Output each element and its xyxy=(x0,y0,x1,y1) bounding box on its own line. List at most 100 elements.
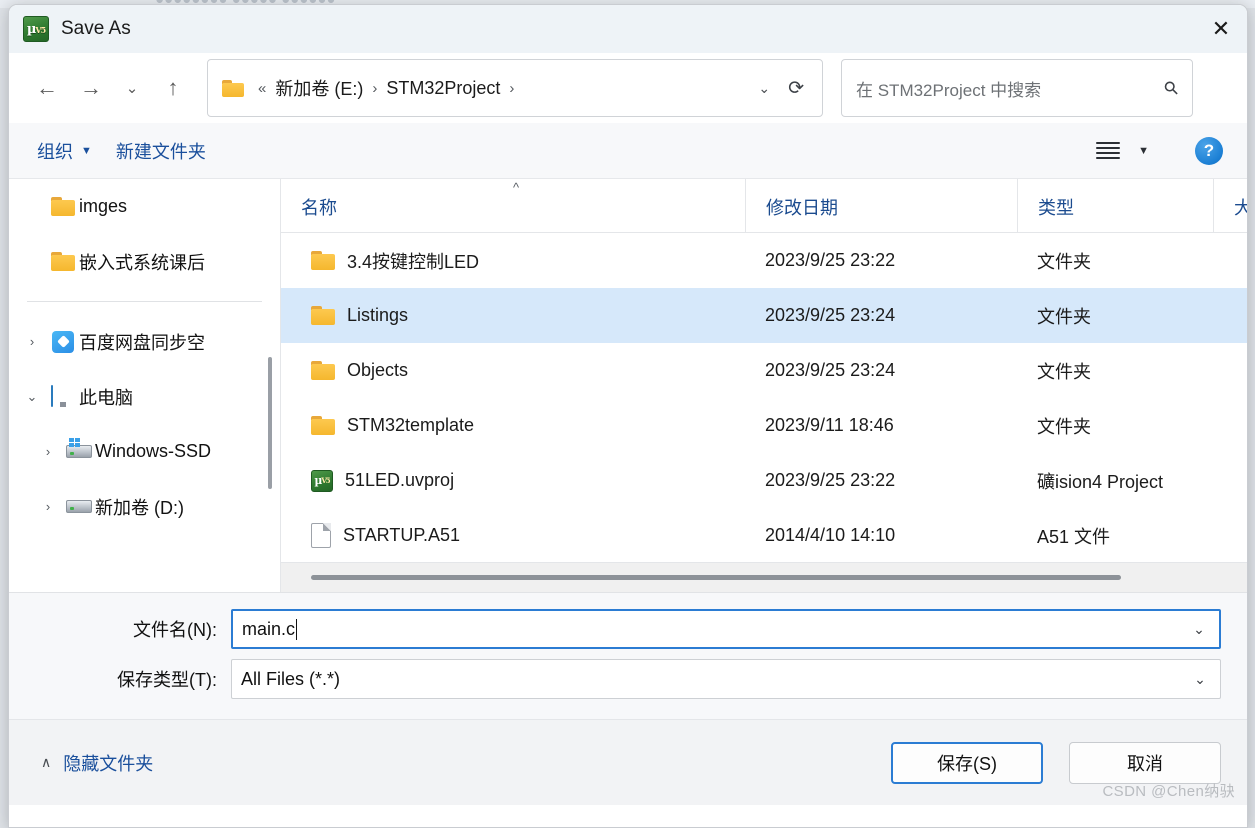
forward-button[interactable]: → xyxy=(69,68,113,108)
folder-icon xyxy=(47,197,79,216)
up-button[interactable]: ↑ xyxy=(151,68,195,108)
hide-folders-button[interactable]: ∧ 隐藏文件夹 xyxy=(35,744,159,782)
table-row[interactable]: STM32template 2023/9/11 18:46 文件夹 xyxy=(281,398,1247,453)
sidebar-item-windows-ssd[interactable]: › Windows-SSD xyxy=(9,424,280,479)
table-row[interactable]: µ V5 51LED.uvproj 2023/9/25 23:22 礦ision4… xyxy=(281,453,1247,508)
file-date-cell: 2023/9/11 18:46 xyxy=(765,415,894,435)
file-date-cell: 2023/9/25 23:22 xyxy=(765,470,896,490)
sidebar-item-label: 此电脑 xyxy=(79,387,133,408)
view-options-button[interactable]: ▼ xyxy=(1084,136,1161,166)
file-date-cell: 2023/9/25 23:22 xyxy=(765,250,896,270)
horizontal-scrollbar-thumb[interactable] xyxy=(311,575,1121,580)
address-bar[interactable]: « 新加卷 (E:) › STM32Project › ⌄ ⟳ xyxy=(207,59,823,117)
keil-uvision-icon: µV5 xyxy=(23,16,49,42)
file-type-cell: A51 文件 xyxy=(1037,526,1111,547)
breadcrumb-item-folder[interactable]: STM32Project xyxy=(383,76,503,101)
save-as-dialog: µV5 Save As ✕ ← → ⌄ ↑ « 新加卷 (E:) › STM32… xyxy=(8,4,1248,828)
drive-icon xyxy=(63,500,95,513)
breadcrumb-overflow[interactable]: « xyxy=(252,80,272,97)
table-row[interactable]: 3.4按键控制LED 2023/9/25 23:22 文件夹 xyxy=(281,233,1247,288)
folder-icon xyxy=(47,252,79,271)
cloud-icon xyxy=(47,330,79,353)
file-name-label: Listings xyxy=(347,305,409,325)
filename-row: 文件名(N): main.c ⌄ xyxy=(35,609,1221,649)
table-row[interactable]: Objects 2023/9/25 23:24 文件夹 xyxy=(281,343,1247,398)
file-name-cell[interactable]: STM32template xyxy=(281,415,745,436)
chevron-down-icon[interactable]: ⌄ xyxy=(17,389,47,405)
close-icon[interactable]: ✕ xyxy=(1195,5,1247,53)
save-form: 文件名(N): main.c ⌄ 保存类型(T): All Files (*.*… xyxy=(9,593,1247,719)
search-box[interactable]: 在 STM32Project 中搜索 ⚲ xyxy=(841,59,1193,117)
column-header-name[interactable]: ^ 名称 xyxy=(281,179,745,232)
breadcrumb-separator[interactable]: › xyxy=(503,80,520,97)
navigation-pane: imges 嵌入式系统课后 › 百度网盘同步空 ⌄ 此电脑 › Windows-… xyxy=(9,179,281,592)
chevron-down-icon[interactable]: ⌄ xyxy=(1179,621,1219,638)
help-button[interactable]: ? xyxy=(1195,136,1223,165)
column-header-label: 修改日期 xyxy=(766,198,838,218)
organize-button[interactable]: 组织 ▼ xyxy=(25,132,104,170)
title-bar: µV5 Save As ✕ xyxy=(9,5,1247,53)
navigation-bar: ← → ⌄ ↑ « 新加卷 (E:) › STM32Project › ⌄ ⟳ … xyxy=(9,53,1247,123)
recent-locations-button[interactable]: ⌄ xyxy=(113,68,151,108)
folder-icon xyxy=(311,306,335,325)
chevron-right-icon[interactable]: › xyxy=(33,444,63,459)
search-input[interactable]: 在 STM32Project 中搜索 xyxy=(856,76,1165,101)
file-name-cell[interactable]: 3.4按键控制LED xyxy=(281,248,745,274)
savetype-select[interactable]: All Files (*.*) ⌄ xyxy=(231,659,1221,699)
file-type-cell: 文件夹 xyxy=(1037,251,1091,272)
sidebar-item-this-pc[interactable]: ⌄ 此电脑 xyxy=(9,369,280,424)
sidebar-scrollbar-thumb[interactable] xyxy=(268,357,272,489)
chevron-right-icon[interactable]: › xyxy=(33,499,63,514)
win-drive-icon xyxy=(63,438,95,458)
cancel-button[interactable]: 取消 xyxy=(1069,741,1221,784)
back-button[interactable]: ← xyxy=(25,68,69,108)
file-name-cell[interactable]: Listings xyxy=(281,305,745,326)
sort-ascending-icon: ^ xyxy=(513,180,520,195)
file-name-label: STM32template xyxy=(347,415,475,435)
file-name-label: 51LED.uvproj xyxy=(345,470,455,490)
save-button[interactable]: 保存(S) xyxy=(891,741,1043,784)
filename-input[interactable]: main.c ⌄ xyxy=(231,609,1221,649)
organize-label: 组织 xyxy=(37,141,73,162)
chevron-down-icon[interactable]: ⌄ xyxy=(1180,671,1220,688)
breadcrumb-separator[interactable]: › xyxy=(366,80,383,97)
folder-icon xyxy=(222,79,244,97)
list-view-icon xyxy=(1096,141,1121,160)
refresh-icon[interactable]: ⟳ xyxy=(780,77,812,100)
file-name-cell[interactable]: µ V5 51LED.uvproj xyxy=(281,469,745,492)
breadcrumb-item-drive[interactable]: 新加卷 (E:) xyxy=(272,73,366,103)
file-date-cell: 2023/9/25 23:24 xyxy=(765,305,896,325)
column-header-type[interactable]: 类型 xyxy=(1017,179,1213,232)
file-name-cell[interactable]: Objects xyxy=(281,360,745,381)
file-name-label: 3.4按键控制LED xyxy=(347,251,480,272)
file-list-pane: ^ 名称 修改日期 类型 大 3.4按键控制LED xyxy=(281,179,1247,592)
sidebar-item-embedded-course[interactable]: 嵌入式系统课后 xyxy=(9,234,280,289)
file-type-cell: 文件夹 xyxy=(1037,416,1091,437)
chevron-right-icon[interactable]: › xyxy=(17,334,47,349)
chevron-down-icon[interactable]: ⌄ xyxy=(748,80,780,97)
file-icon xyxy=(311,523,331,548)
file-date-cell: 2014/4/10 14:10 xyxy=(765,525,896,545)
savetype-row: 保存类型(T): All Files (*.*) ⌄ xyxy=(35,659,1221,699)
filename-value: main.c xyxy=(242,618,296,639)
file-name-cell[interactable]: STARTUP.A51 xyxy=(281,523,745,548)
sidebar-item-label: Windows-SSD xyxy=(95,441,212,461)
table-row[interactable]: STARTUP.A51 2014/4/10 14:10 A51 文件 xyxy=(281,508,1247,563)
horizontal-scrollbar[interactable] xyxy=(281,562,1247,592)
sidebar-item-imges[interactable]: imges xyxy=(9,179,280,234)
file-type-cell: 文件夹 xyxy=(1037,306,1091,327)
sidebar-item-volume-d[interactable]: › 新加卷 (D:) xyxy=(9,479,280,534)
column-header-date[interactable]: 修改日期 xyxy=(745,179,1017,232)
pc-icon xyxy=(47,385,79,407)
sidebar-item-label: imges xyxy=(79,196,128,216)
column-header-size[interactable]: 大 xyxy=(1213,179,1247,232)
command-toolbar: 组织 ▼ 新建文件夹 ▼ ? xyxy=(9,123,1247,179)
new-folder-button[interactable]: 新建文件夹 xyxy=(104,132,218,170)
uvision-icon: µ V5 xyxy=(311,469,333,492)
sidebar-item-baidu-netdisk[interactable]: › 百度网盘同步空 xyxy=(9,314,280,369)
hide-folders-label: 隐藏文件夹 xyxy=(63,753,154,774)
folder-icon xyxy=(311,416,335,435)
sidebar-item-label: 新加卷 (D:) xyxy=(95,497,184,518)
column-header-label: 名称 xyxy=(301,198,337,218)
table-row[interactable]: Listings 2023/9/25 23:24 文件夹 xyxy=(281,288,1247,343)
